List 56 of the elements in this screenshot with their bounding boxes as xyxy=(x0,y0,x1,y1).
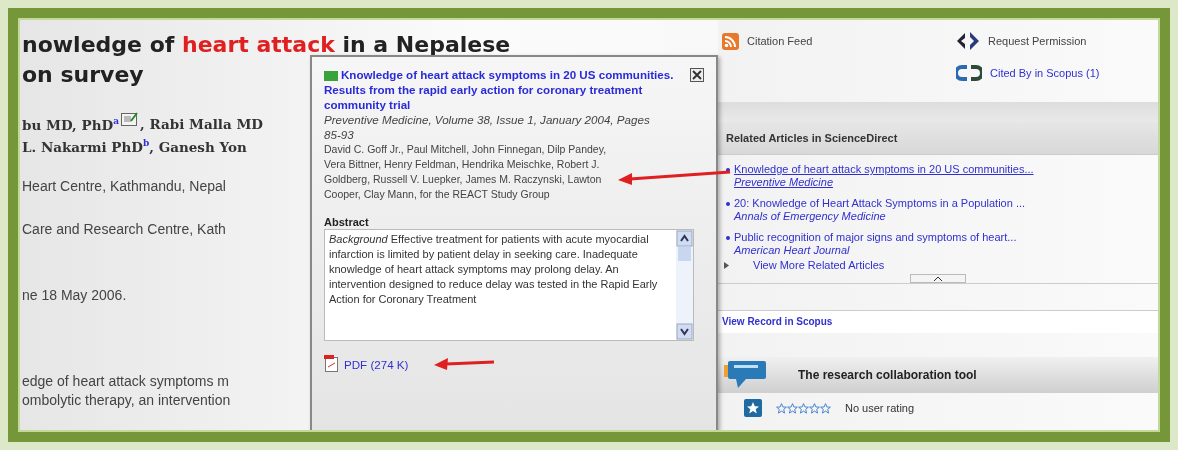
email-icon[interactable] xyxy=(121,111,139,126)
received-date: ne 18 May 2006. xyxy=(22,287,127,303)
section-heading: Related Articles in ScienceDirect xyxy=(718,122,1158,155)
abstract-text: ombolytic therapy, an intervention xyxy=(22,392,231,408)
star-icon xyxy=(744,399,762,417)
bullet-icon xyxy=(726,168,730,172)
section-heading: The research collaboration tool xyxy=(798,368,977,382)
rating-star[interactable] xyxy=(798,402,809,414)
bullet-icon xyxy=(726,236,730,240)
journal-name[interactable]: Preventive Medicine xyxy=(734,176,1158,189)
diamond-arrows-icon xyxy=(956,31,980,51)
journal-name[interactable]: Annals of Emergency Medicine xyxy=(734,210,1158,223)
star-rating[interactable] xyxy=(776,402,831,414)
close-button[interactable] xyxy=(690,68,704,85)
bullet-icon xyxy=(726,202,730,206)
pdf-link[interactable]: PDF (274 K) xyxy=(344,356,409,372)
article-icon xyxy=(324,71,338,81)
caret-icon xyxy=(933,276,943,281)
abstract-box[interactable] xyxy=(324,229,694,341)
rating-star[interactable] xyxy=(776,402,787,414)
rating-star[interactable] xyxy=(809,402,820,414)
abstract-text: Background Effective treatment for patients with acute myocardial infarction is limited by patient delay in seeking care. Inadequate knowledge of heart attack symptoms may prolong delay. An intervention designed to reduce delay was tested in the Rapid Early Action for Coronary Treatment xyxy=(328,232,659,307)
speech-bubble-icon xyxy=(724,361,768,389)
related-article-link[interactable]: Public recognition of major signs and symptoms of heart... xyxy=(734,231,1158,244)
journal-name[interactable]: American Heart Journal xyxy=(734,244,1158,257)
author-names: , Rabi Malla MD xyxy=(140,116,264,132)
ring-icon xyxy=(956,64,982,82)
article-title: on survey xyxy=(22,62,144,87)
article-title-link[interactable]: Knowledge of heart attack symptoms in 20 US communities. Results from the rapid early action for coronary treatment community trial xyxy=(324,67,684,112)
action-link[interactable]: Request Permission xyxy=(988,35,1087,47)
annotation-arrow xyxy=(434,357,497,371)
collapse-button[interactable] xyxy=(910,274,966,283)
scopus-link[interactable]: View Record in Scopus xyxy=(722,316,833,327)
article-title: in a Nepalese xyxy=(341,32,511,57)
article-title: nowledge of xyxy=(22,32,176,57)
pdf-icon xyxy=(324,355,340,373)
related-article-link[interactable]: 20: Knowledge of Heart Attack Symptoms in a Population ... xyxy=(734,197,1158,210)
scopus-link[interactable]: Cited By in Scopus (1) xyxy=(990,66,1100,80)
author-names: L. Nakarmi PhD$^{b}$, Ganesh Yon xyxy=(22,137,247,154)
affiliation-text: Care and Research Centre, Kath xyxy=(22,221,226,237)
author-names: bu MD, PhD$^{a}$ xyxy=(22,115,120,132)
rating-star[interactable] xyxy=(820,402,831,414)
action-link[interactable]: Citation Feed xyxy=(747,35,813,47)
abstract-heading: Abstract xyxy=(324,216,370,228)
affiliation-text: Heart Centre, Kathmandu, Nepal xyxy=(22,178,226,194)
rating-label: No user rating xyxy=(845,402,915,414)
abstract-text: edge of heart attack symptoms m xyxy=(22,373,229,389)
article-title: heart attack xyxy=(182,32,335,57)
related-article-link[interactable]: Knowledge of heart attack symptoms in 20 US communities... xyxy=(734,163,1158,176)
rating-star[interactable] xyxy=(787,402,798,414)
rss-icon xyxy=(722,32,739,50)
scrollbar[interactable] xyxy=(676,230,693,340)
triangle-icon[interactable] xyxy=(724,262,729,269)
author-list: David C. Goff Jr., Paul Mitchell, John Finnegan, Dilp Pandey, Vera Bittner, Henry Feldman, Hendrika Meischke, Robert J. Goldberg, Russell V. Luepker, James M. Raczynski, Lawton Cooper, Clay Mann, for the REACT Study Group xyxy=(324,142,616,202)
citation-text: Preventive Medicine, Volume 38, Issue 1, January 2004, Pages 85-93 xyxy=(324,112,651,142)
view-more-link[interactable]: View More Related Articles xyxy=(753,259,885,272)
